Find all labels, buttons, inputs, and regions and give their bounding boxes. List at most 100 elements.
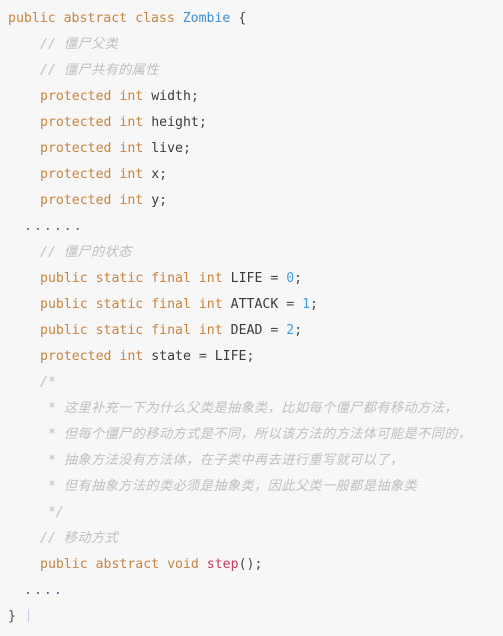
code-token-punct: ; <box>190 89 199 104</box>
code-token-plain: state <box>151 349 191 364</box>
code-token-kw: final <box>151 323 191 338</box>
code-line: * 但每个僵尸的移动方式是不同，所以该方法的方法体可能是不同的， <box>0 422 503 448</box>
code-token-kw: public <box>40 271 88 286</box>
code-line: protected int state = LIFE; <box>0 344 503 370</box>
code-token-cmt-cn: 但有抽象方法的类必须是抽象类，因此父类一般都是抽象类 <box>63 479 418 494</box>
code-token-cmt: * <box>40 427 64 442</box>
code-line: * 这里补充一下为什么父类是抽象类，比如每个僵尸都有移动方法， <box>0 396 503 422</box>
code-token-kw: static <box>95 271 144 286</box>
code-token-plain: live <box>151 141 183 156</box>
code-token-kw: public <box>8 11 56 26</box>
code-token-punct: = <box>262 323 287 338</box>
code-token-plain: width <box>151 89 191 104</box>
code-token-punct: = <box>190 349 215 364</box>
code-line: public static final int DEAD = 2; <box>0 318 503 344</box>
code-token-punct: ; <box>294 271 303 286</box>
code-token-punct: = <box>278 297 303 312</box>
code-line: // 移动方式 <box>0 526 503 552</box>
code-token-plain: height <box>151 115 199 130</box>
code-token-plain: y <box>151 193 160 208</box>
code-token-dots: .... <box>24 583 64 598</box>
code-token-kw: public <box>40 323 88 338</box>
code-line: public static final int LIFE = 0; <box>0 266 503 292</box>
code-token-cmt: /* <box>40 375 56 390</box>
code-token-cmt-cn: 僵尸父类 <box>63 37 119 52</box>
code-token-cmt-cn: 但每个僵尸的移动方式是不同，所以该方法的方法体可能是不同的， <box>63 427 472 442</box>
code-token-type: int <box>119 349 144 364</box>
code-line: * 抽象方法没有方法体，在子类中再去进行重写就可以了， <box>0 448 503 474</box>
code-token-cmt: */ <box>40 505 64 520</box>
code-line: public abstract void step(); <box>0 552 503 578</box>
code-token-kw: void <box>167 557 199 572</box>
code-token-cmt-cn: 僵尸的状态 <box>63 245 132 260</box>
code-token-type: int <box>198 323 223 338</box>
code-token-cmt: * <box>40 453 64 468</box>
code-token-cmt-cn: 抽象方法没有方法体，在子类中再去进行重写就可以了， <box>63 453 404 468</box>
code-token-kw: protected <box>40 167 112 182</box>
code-token-type: int <box>119 89 144 104</box>
code-token-type: int <box>119 193 144 208</box>
code-line: .... <box>0 578 503 604</box>
code-token-punct: = <box>262 271 287 286</box>
code-token-num: 1 <box>302 297 311 312</box>
code-token-num: 0 <box>286 271 295 286</box>
code-token-type: int <box>119 115 144 130</box>
code-token-plain: x <box>151 167 160 182</box>
code-line: } <box>0 604 503 630</box>
code-token-kw: protected <box>40 141 112 156</box>
code-token-kw: protected <box>40 115 112 130</box>
code-token-cmt-cn: 这里补充一下为什么父类是抽象类，比如每个僵尸都有移动方法， <box>63 401 458 416</box>
code-token-dots: ...... <box>24 219 84 234</box>
code-token-num: 2 <box>286 323 295 338</box>
code-token-cmt-cn: 僵尸共有的属性 <box>63 63 159 78</box>
code-token-type: int <box>119 141 144 156</box>
code-token-cmt-cn: 移动方式 <box>63 531 119 546</box>
code-token-kw: protected <box>40 349 112 364</box>
code-token-cmt: // <box>40 531 64 546</box>
code-token-kw: protected <box>40 89 112 104</box>
code-token-kw: final <box>151 297 191 312</box>
code-token-kw: static <box>95 297 144 312</box>
code-line: /* <box>0 370 503 396</box>
code-token-type: int <box>198 271 223 286</box>
code-line: */ <box>0 500 503 526</box>
code-token-punct: } <box>8 609 16 624</box>
code-token-kw: public <box>40 557 88 572</box>
code-editor-pane[interactable]: public abstract class Zombie {// 僵尸父类// … <box>0 0 503 636</box>
code-token-punct: ; <box>294 323 303 338</box>
code-line: // 僵尸的状态 <box>0 240 503 266</box>
code-token-kw: protected <box>40 193 112 208</box>
code-token-cmt: * <box>40 401 64 416</box>
code-line: protected int y; <box>0 188 503 214</box>
code-line: ...... <box>0 214 503 240</box>
text-cursor <box>27 609 29 622</box>
code-token-type: int <box>198 297 223 312</box>
code-token-punct: ; <box>310 297 318 312</box>
code-token-cls: Zombie <box>182 11 231 26</box>
code-line: protected int live; <box>0 136 503 162</box>
code-token-punct: (); <box>238 557 263 572</box>
code-token-cmt: // <box>40 37 64 52</box>
code-token-kw: class <box>135 11 175 26</box>
